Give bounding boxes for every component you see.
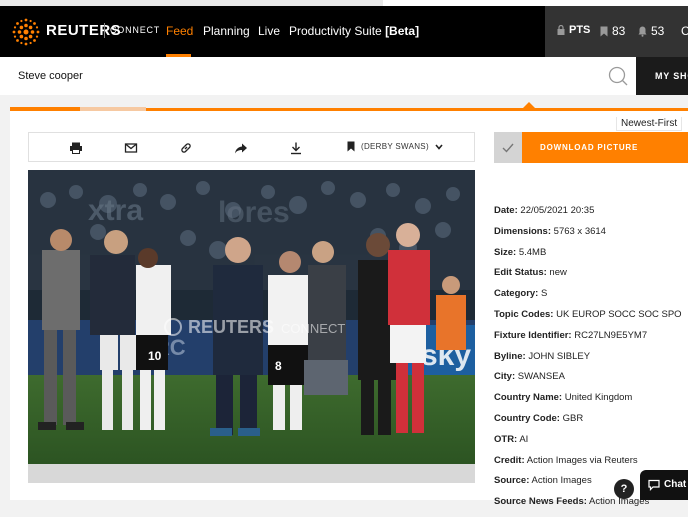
chat-label: Chat (664, 479, 687, 490)
meta-city: City: SWANSEA (494, 371, 565, 383)
my-shortcuts-button[interactable]: MY SHO (636, 57, 688, 95)
check-icon (502, 143, 514, 153)
meta-edit-status: Edit Status: new (494, 267, 567, 279)
nav-beta-tag: [Beta] (385, 24, 420, 38)
pts-counter[interactable]: PTS (557, 24, 590, 36)
search-bar: Steve cooper MY SHO (0, 57, 688, 95)
status-panel: PTS 83 53 C (545, 6, 688, 57)
football-celebration-image: xtra lores sky ARC 10 (28, 170, 475, 464)
nav-planning[interactable]: Planning (203, 24, 250, 38)
download-picture-button[interactable]: DOWNLOAD PICTURE (522, 132, 688, 163)
bookmarks-count: 83 (612, 24, 626, 38)
player-number: 8 (275, 359, 282, 373)
svg-text:lores: lores (218, 196, 290, 229)
tab-notch-indicator (522, 102, 536, 109)
chevron-down-icon (435, 143, 443, 150)
chat-bubble-icon (648, 479, 660, 491)
meta-byline: Byline: JOHN SIBLEY (494, 350, 591, 362)
watermark-sub: CONNECT (281, 321, 345, 336)
search-input[interactable]: Steve cooper (18, 70, 83, 82)
status-extra[interactable]: C (681, 24, 688, 38)
meta-country-name: Country Name: United Kingdom (494, 392, 633, 404)
watermark-brand: REUTERS (188, 317, 274, 337)
email-icon[interactable] (124, 141, 138, 155)
pts-label: PTS (569, 24, 591, 36)
nav-productivity-label: Productivity Suite (289, 24, 382, 38)
collection-dropdown[interactable]: (DERBY SWANS) (347, 141, 443, 152)
help-button[interactable]: ? (614, 479, 634, 499)
lock-icon (557, 25, 565, 35)
select-checkbox[interactable] (494, 132, 522, 163)
share-icon[interactable] (234, 141, 248, 155)
photo-caption-bar (28, 464, 475, 483)
meta-dimensions: Dimensions: 5763 x 3614 (494, 225, 606, 237)
meta-date: Date: 22/05/2021 20:35 (494, 205, 595, 216)
meta-otr: OTR: AI (494, 433, 529, 445)
brand-sub: CONNECT (110, 25, 161, 35)
link-icon[interactable] (179, 141, 193, 155)
alerts-count: 53 (651, 24, 665, 38)
bookmarks-counter[interactable]: 83 (600, 24, 625, 38)
meta-country-code: Country Code: GBR (494, 412, 584, 424)
svg-text:10: 10 (148, 349, 162, 363)
download-icon[interactable] (289, 141, 303, 155)
bell-icon (638, 26, 647, 37)
image-toolbar: (DERBY SWANS) (28, 132, 475, 162)
collection-label: (DERBY SWANS) (361, 142, 429, 151)
meta-category: Category: S (494, 288, 548, 300)
nav-productivity-suite[interactable]: Productivity Suite [Beta] (289, 24, 419, 38)
chat-button[interactable]: Chat (640, 470, 688, 500)
svg-text:xtra: xtra (88, 194, 143, 227)
nav-live[interactable]: Live (258, 24, 280, 38)
meta-size: Size: 5.4MB (494, 246, 547, 258)
navbar: REUTERS CONNECT Feed Planning Live Produ… (0, 6, 688, 57)
brand-divider (104, 23, 105, 38)
nav-feed[interactable]: Feed (166, 24, 193, 38)
reuters-logo-icon[interactable] (12, 18, 40, 46)
search-icon[interactable] (608, 66, 628, 86)
bookmark-icon (600, 26, 608, 36)
print-icon[interactable] (69, 141, 83, 155)
bookmark-collection-icon (347, 141, 355, 152)
meta-topic-codes: Topic Codes: UK EUROP SOCC SOC SPO (494, 308, 682, 320)
meta-fixture-identifier: Fixture Identifier: RC27LN9E5YM7 (494, 329, 648, 341)
sort-dropdown[interactable]: Newest-First (616, 117, 683, 131)
news-photo[interactable]: xtra lores sky ARC 10 (28, 170, 475, 464)
alerts-counter[interactable]: 53 (638, 24, 664, 38)
